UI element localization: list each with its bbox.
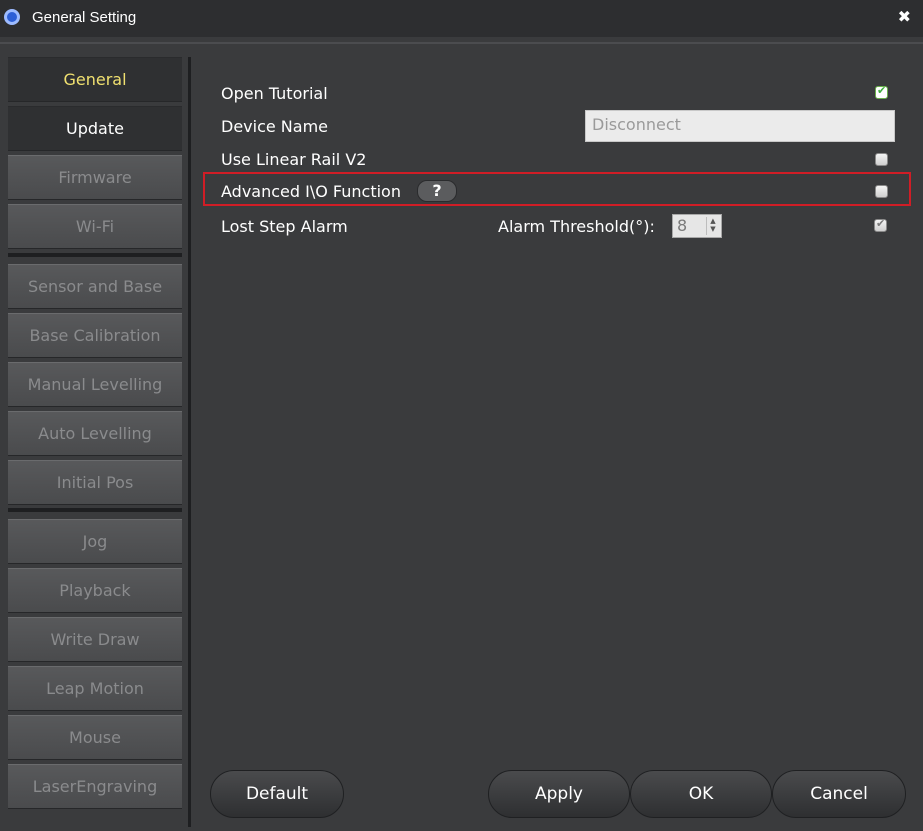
sidebar-item-general[interactable]: General: [8, 57, 182, 102]
ok-button[interactable]: OK: [630, 770, 772, 818]
title-divider: [0, 42, 923, 44]
apply-button[interactable]: Apply: [488, 770, 630, 818]
sidebar-item-leap-motion[interactable]: Leap Motion: [8, 666, 182, 711]
device-name-label: Device Name: [221, 117, 329, 136]
sidebar: General Update Firmware Wi-Fi Sensor and…: [8, 57, 182, 827]
sidebar-item-initial-pos[interactable]: Initial Pos: [8, 460, 182, 505]
open-tutorial-label: Open Tutorial: [221, 84, 328, 103]
sidebar-item-auto-levelling[interactable]: Auto Levelling: [8, 411, 182, 456]
sidebar-item-manual-levelling[interactable]: Manual Levelling: [8, 362, 182, 407]
sidebar-item-laser-engraving[interactable]: LaserEngraving: [8, 764, 182, 809]
device-name-field[interactable]: Disconnect: [585, 110, 895, 142]
sidebar-group-divider: [8, 508, 182, 512]
sidebar-group-divider: [8, 253, 182, 257]
alarm-threshold-label: Alarm Threshold(°):: [498, 217, 655, 236]
cancel-button[interactable]: Cancel: [772, 770, 906, 818]
sidebar-item-update[interactable]: Update: [8, 106, 182, 151]
alarm-threshold-value: 8: [677, 216, 688, 235]
open-tutorial-checkbox[interactable]: [875, 84, 888, 99]
lost-step-alarm-checkbox[interactable]: [874, 217, 887, 232]
advanced-io-checkbox[interactable]: [875, 185, 888, 198]
title-bar: General Setting ✖: [0, 0, 923, 37]
app-logo-icon: [4, 9, 20, 25]
panel-divider: [188, 57, 191, 827]
sidebar-item-sensor-and-base[interactable]: Sensor and Base: [8, 264, 182, 309]
advanced-io-label: Advanced I\O Function: [221, 182, 401, 201]
sidebar-item-playback[interactable]: Playback: [8, 568, 182, 613]
help-button[interactable]: ?: [417, 180, 457, 202]
linear-rail-label: Use Linear Rail V2: [221, 150, 367, 169]
default-button[interactable]: Default: [210, 770, 344, 818]
sidebar-item-base-calibration[interactable]: Base Calibration: [8, 313, 182, 358]
alarm-threshold-spinbox[interactable]: 8 ▲ ▼: [672, 214, 722, 238]
sidebar-item-firmware[interactable]: Firmware: [8, 155, 182, 200]
sidebar-item-write-draw[interactable]: Write Draw: [8, 617, 182, 662]
sidebar-item-jog[interactable]: Jog: [8, 519, 182, 564]
spin-arrows-icon[interactable]: ▲ ▼: [706, 217, 719, 235]
sidebar-item-wifi[interactable]: Wi-Fi: [8, 204, 182, 249]
lost-step-alarm-label: Lost Step Alarm: [221, 217, 348, 236]
close-icon[interactable]: ✖: [898, 7, 911, 26]
window-title: General Setting: [32, 9, 137, 26]
linear-rail-checkbox[interactable]: [875, 153, 888, 166]
sidebar-item-mouse[interactable]: Mouse: [8, 715, 182, 760]
